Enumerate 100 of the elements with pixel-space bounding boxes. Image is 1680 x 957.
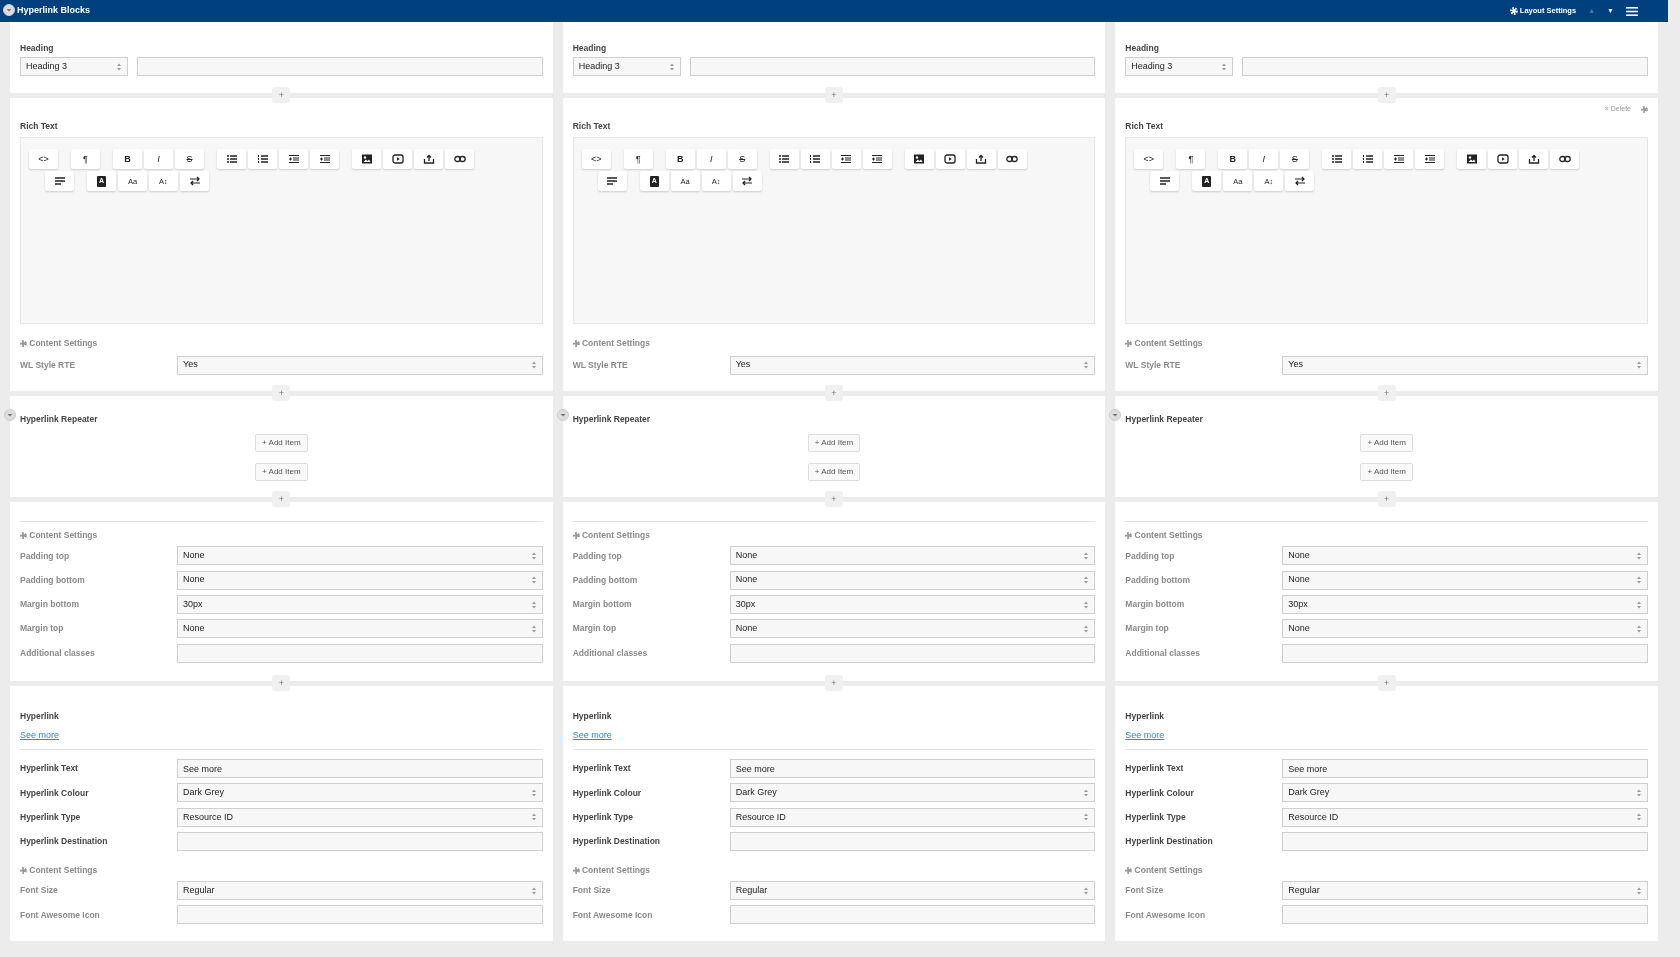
input-field[interactable] (1282, 905, 1648, 925)
collapse-icon[interactable] (3, 4, 15, 16)
video-button[interactable] (935, 149, 965, 170)
image-button[interactable] (904, 149, 934, 170)
align-button[interactable] (597, 171, 627, 192)
input-field[interactable] (729, 905, 1096, 925)
add-block-button[interactable]: + (1377, 87, 1396, 103)
select-field[interactable]: Yes (177, 355, 543, 375)
input-field[interactable]: See more (177, 759, 543, 779)
strikethrough-button[interactable]: S (1280, 149, 1310, 170)
select-field[interactable]: None (729, 570, 1096, 590)
select-field[interactable]: None (1282, 570, 1648, 590)
indent-button[interactable] (1415, 149, 1445, 170)
preview-link[interactable]: See more (20, 730, 60, 741)
heading-level-select[interactable]: Heading 3 (1125, 57, 1234, 76)
add-item-button[interactable]: + Add Item (1360, 434, 1413, 453)
select-field[interactable]: Yes (729, 355, 1096, 375)
bold-button[interactable]: B (1218, 149, 1248, 170)
list-button[interactable] (217, 149, 246, 170)
code-view-button[interactable]: <> (581, 149, 611, 170)
select-field[interactable]: None (729, 546, 1096, 566)
heading-level-select[interactable]: Heading 3 (572, 57, 681, 76)
code-view-button[interactable]: <> (1134, 149, 1164, 170)
gear-icon[interactable] (1641, 105, 1648, 113)
list-button[interactable] (769, 149, 799, 170)
strikethrough-button[interactable]: S (727, 149, 757, 170)
select-field[interactable]: None (1282, 546, 1648, 566)
link-button[interactable] (445, 149, 474, 170)
paragraph-button[interactable]: ¶ (1176, 149, 1206, 170)
select-field[interactable]: Resource ID (177, 807, 543, 827)
numbered-list-button[interactable] (248, 149, 277, 170)
numbered-list-button[interactable] (800, 149, 830, 170)
add-item-button[interactable]: + Add Item (807, 434, 861, 453)
outdent-button[interactable] (279, 149, 308, 170)
select-field[interactable]: Dark Grey (729, 783, 1096, 803)
select-field[interactable]: Regular (729, 881, 1096, 901)
align-button[interactable] (45, 171, 74, 192)
heading-text-field[interactable] (689, 57, 1096, 76)
image-button[interactable] (352, 149, 381, 170)
input-field[interactable] (729, 832, 1096, 852)
swap-button[interactable] (732, 171, 762, 192)
indent-button[interactable] (862, 149, 892, 170)
add-block-button[interactable]: + (1377, 675, 1396, 692)
align-button[interactable] (1150, 171, 1180, 192)
code-view-button[interactable]: <> (29, 149, 58, 170)
select-field[interactable]: Resource ID (729, 807, 1096, 827)
upload-button[interactable] (414, 149, 443, 170)
add-item-button[interactable]: + Add Item (255, 434, 308, 453)
select-field[interactable]: None (177, 570, 543, 590)
select-field[interactable]: Regular (177, 881, 543, 901)
input-field[interactable] (1282, 643, 1648, 663)
link-button[interactable] (997, 149, 1027, 170)
collapse-icon[interactable] (556, 409, 569, 422)
input-field[interactable] (177, 832, 543, 852)
collapse-icon[interactable] (1109, 409, 1122, 422)
add-item-button[interactable]: + Add Item (1360, 463, 1413, 482)
swap-button[interactable] (180, 171, 209, 192)
heading-level-select[interactable]: Heading 3 (20, 57, 128, 76)
input-field[interactable] (1282, 832, 1648, 852)
select-field[interactable]: None (177, 546, 543, 566)
bold-button[interactable]: B (113, 149, 142, 170)
select-field[interactable]: Regular (1282, 881, 1648, 901)
input-field[interactable] (177, 643, 543, 663)
select-field[interactable]: 30px (177, 595, 543, 615)
select-field[interactable]: Resource ID (1282, 807, 1648, 827)
add-block-button[interactable]: + (1377, 385, 1396, 402)
upload-button[interactable] (966, 149, 996, 170)
image-button[interactable] (1457, 149, 1487, 170)
video-button[interactable] (1488, 149, 1518, 170)
upload-button[interactable] (1519, 149, 1549, 170)
select-field[interactable]: Dark Grey (1282, 783, 1648, 803)
add-block-button[interactable]: + (272, 675, 291, 692)
input-field[interactable]: See more (729, 759, 1096, 779)
bold-button[interactable]: B (665, 149, 695, 170)
input-field[interactable] (729, 643, 1096, 663)
add-block-button[interactable]: + (825, 675, 843, 692)
add-item-button[interactable]: + Add Item (807, 463, 861, 482)
preview-link[interactable]: See more (1125, 730, 1165, 741)
heading-text-field[interactable] (137, 57, 543, 76)
add-block-button[interactable]: + (825, 491, 843, 508)
select-field[interactable]: None (729, 619, 1096, 639)
add-block-button[interactable]: + (1377, 491, 1396, 508)
link-button[interactable] (1550, 149, 1580, 170)
video-button[interactable] (383, 149, 412, 170)
strikethrough-button[interactable]: S (175, 149, 204, 170)
input-field[interactable] (177, 905, 543, 925)
select-field[interactable]: Yes (1282, 355, 1648, 375)
italic-button[interactable]: I (1249, 149, 1279, 170)
italic-button[interactable]: I (144, 149, 173, 170)
add-block-button[interactable]: + (825, 385, 843, 402)
outdent-button[interactable] (831, 149, 861, 170)
numbered-list-button[interactable] (1353, 149, 1383, 170)
italic-button[interactable]: I (696, 149, 726, 170)
paragraph-button[interactable]: ¶ (71, 149, 100, 170)
add-item-button[interactable]: + Add Item (255, 463, 308, 482)
paragraph-button[interactable]: ¶ (623, 149, 653, 170)
add-block-button[interactable]: + (272, 385, 291, 402)
select-field[interactable]: None (177, 619, 543, 639)
collapse-icon[interactable] (4, 409, 16, 422)
add-block-button[interactable]: + (272, 87, 291, 103)
